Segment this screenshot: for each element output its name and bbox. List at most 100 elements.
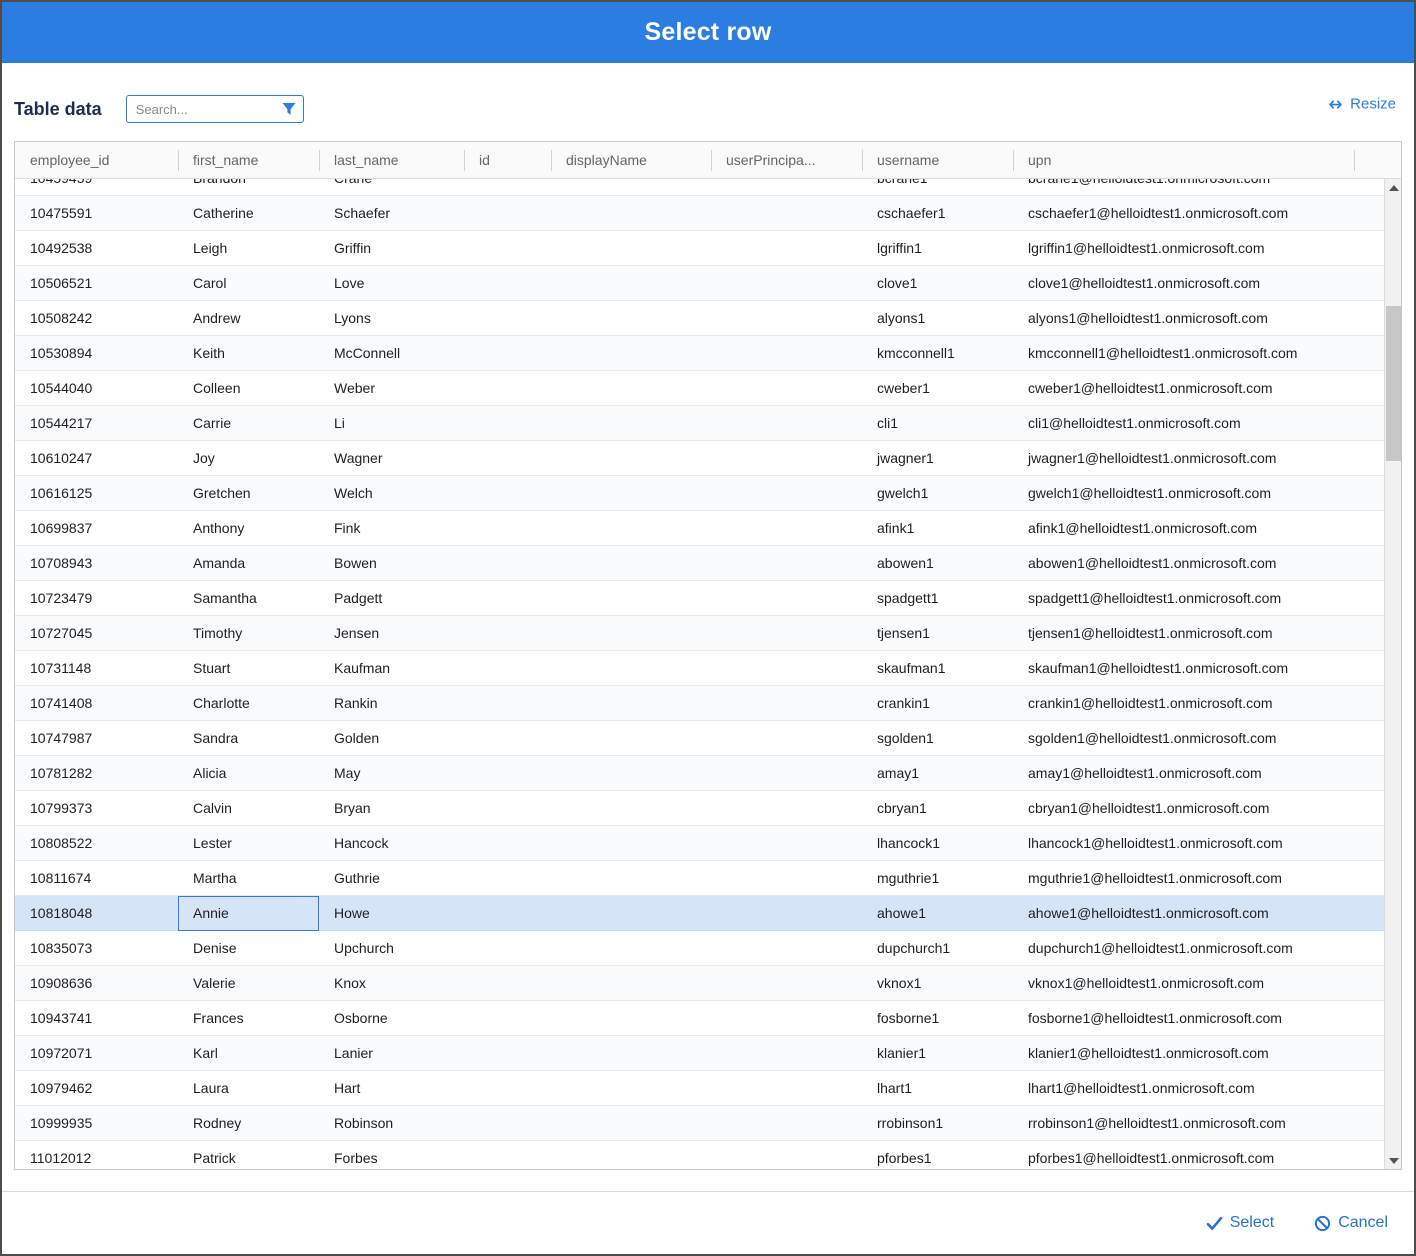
cell-upn: bcrane1@helloidtest1.onmicrosoft.com [1013,179,1354,196]
table-row[interactable]: 10459459BrandonCranebcrane1bcrane1@hello… [15,179,1384,196]
table-row[interactable]: 10508242AndrewLyonsalyons1alyons1@helloi… [15,301,1384,336]
cell-first_name: Alicia [178,756,319,791]
column-header-last_name[interactable]: last_name [319,142,464,178]
cell-userPrincipalName [711,441,862,476]
cell-displayName [551,406,711,441]
column-header-filler [1354,142,1384,178]
cell-displayName [551,861,711,896]
cell-filler [1354,1141,1384,1170]
search-input[interactable] [136,102,281,117]
table-row[interactable]: 10544217CarrieLicli1cli1@helloidtest1.on… [15,406,1384,441]
cell-username: jwagner1 [862,441,1013,476]
cell-filler [1354,931,1384,966]
cell-first_name: Charlotte [178,686,319,721]
cell-username: kmcconnell1 [862,336,1013,371]
table-row[interactable]: 10808522LesterHancocklhancock1lhancock1@… [15,826,1384,861]
column-header-userPrincipalName[interactable]: userPrincipa... [711,142,862,178]
table-row[interactable]: 10972071KarlLanierklanier1klanier1@hello… [15,1036,1384,1071]
table-row[interactable]: 10506521CarolLoveclove1clove1@helloidtes… [15,266,1384,301]
cell-username: afink1 [862,511,1013,546]
scroll-up-button[interactable] [1385,179,1402,196]
table-row[interactable]: 10747987SandraGoldensgolden1sgolden1@hel… [15,721,1384,756]
cell-id [464,1106,551,1141]
select-button[interactable]: Select [1206,1214,1274,1232]
table-row[interactable]: 10731148StuartKaufmanskaufman1skaufman1@… [15,651,1384,686]
cell-employee_id: 10544217 [15,406,178,441]
table-row[interactable]: 10708943AmandaBowenabowen1abowen1@helloi… [15,546,1384,581]
cell-displayName [551,791,711,826]
cell-id [464,826,551,861]
cell-username: alyons1 [862,301,1013,336]
scroll-down-button[interactable] [1385,1152,1402,1169]
table-row[interactable]: 11012012PatrickForbespforbes1pforbes1@he… [15,1141,1384,1169]
cell-userPrincipalName [711,1036,862,1071]
cell-last_name: Golden [319,721,464,756]
cell-filler [1354,826,1384,861]
column-header-first_name[interactable]: first_name [178,142,319,178]
cell-first_name: Colleen [178,371,319,406]
cell-displayName [551,511,711,546]
cell-filler [1354,406,1384,441]
cell-employee_id: 10811674 [15,861,178,896]
cell-username: dupchurch1 [862,931,1013,966]
cell-displayName [551,581,711,616]
cell-last_name: Padgett [319,581,464,616]
focused-cell[interactable]: Annie [178,896,319,931]
table-row[interactable]: 10492538LeighGriffinlgriffin1lgriffin1@h… [15,231,1384,266]
cell-filler [1354,896,1384,931]
cell-userPrincipalName [711,406,862,441]
column-header-username[interactable]: username [862,142,1013,178]
table-row[interactable]: 10530894KeithMcConnellkmcconnell1kmcconn… [15,336,1384,371]
table-row-selected[interactable]: 10818048AnnieHoweahowe1ahowe1@helloidtes… [15,896,1384,931]
table-row[interactable]: 10741408CharlotteRankincrankin1crankin1@… [15,686,1384,721]
table-row[interactable]: 10616125GretchenWelchgwelch1gwelch1@hell… [15,476,1384,511]
filter-funnel-icon[interactable] [281,101,297,117]
cancel-button[interactable]: Cancel [1314,1214,1388,1232]
table-row[interactable]: 10811674MarthaGuthriemguthrie1mguthrie1@… [15,861,1384,896]
cell-filler [1354,371,1384,406]
column-header-employee_id[interactable]: employee_id [15,142,178,178]
table-row[interactable]: 10799373CalvinBryancbryan1cbryan1@helloi… [15,791,1384,826]
cell-upn: vknox1@helloidtest1.onmicrosoft.com [1013,966,1354,1001]
cell-last_name: Rankin [319,686,464,721]
cell-userPrincipalName [711,861,862,896]
cell-employee_id: 10475591 [15,196,178,231]
table-row[interactable]: 10835073DeniseUpchurchdupchurch1dupchurc… [15,931,1384,966]
cell-first_name: Denise [178,931,319,966]
cell-upn: alyons1@helloidtest1.onmicrosoft.com [1013,301,1354,336]
resize-button[interactable]: Resize [1327,96,1396,113]
cell-id [464,231,551,266]
table-header: employee_idfirst_namelast_nameiddisplayN… [15,142,1401,179]
cell-last_name: Bryan [319,791,464,826]
cell-id [464,756,551,791]
cell-filler [1354,266,1384,301]
cell-filler [1354,511,1384,546]
cell-filler [1354,1071,1384,1106]
column-header-upn[interactable]: upn [1013,142,1354,178]
table-row[interactable]: 10999935RodneyRobinsonrrobinson1rrobinso… [15,1106,1384,1141]
table-row[interactable]: 10699837AnthonyFinkafink1afink1@helloidt… [15,511,1384,546]
table-row[interactable]: 10781282AliciaMayamay1amay1@helloidtest1… [15,756,1384,791]
table-row[interactable]: 10475591CatherineSchaefercschaefer1cscha… [15,196,1384,231]
cell-last_name: Bowen [319,546,464,581]
scrollbar-thumb[interactable] [1386,306,1401,461]
cell-filler [1354,756,1384,791]
cell-employee_id: 10459459 [15,179,178,196]
cell-last_name: Love [319,266,464,301]
cell-last_name: Griffin [319,231,464,266]
table-row[interactable]: 10544040ColleenWebercweber1cweber1@hello… [15,371,1384,406]
cell-id [464,686,551,721]
table-row[interactable]: 10943741FrancesOsbornefosborne1fosborne1… [15,1001,1384,1036]
column-header-id[interactable]: id [464,142,551,178]
cell-upn: gwelch1@helloidtest1.onmicrosoft.com [1013,476,1354,511]
vertical-scrollbar[interactable] [1384,179,1401,1169]
cell-last_name: Weber [319,371,464,406]
table-row[interactable]: 10723479SamanthaPadgettspadgett1spadgett… [15,581,1384,616]
table-row[interactable]: 10908636ValerieKnoxvknox1vknox1@helloidt… [15,966,1384,1001]
table-row[interactable]: 10727045TimothyJensentjensen1tjensen1@he… [15,616,1384,651]
table-row[interactable]: 10979462LauraHartlhart1lhart1@helloidtes… [15,1071,1384,1106]
cell-employee_id: 10979462 [15,1071,178,1106]
column-header-displayName[interactable]: displayName [551,142,711,178]
resize-label: Resize [1350,96,1396,113]
table-row[interactable]: 10610247JoyWagnerjwagner1jwagner1@helloi… [15,441,1384,476]
